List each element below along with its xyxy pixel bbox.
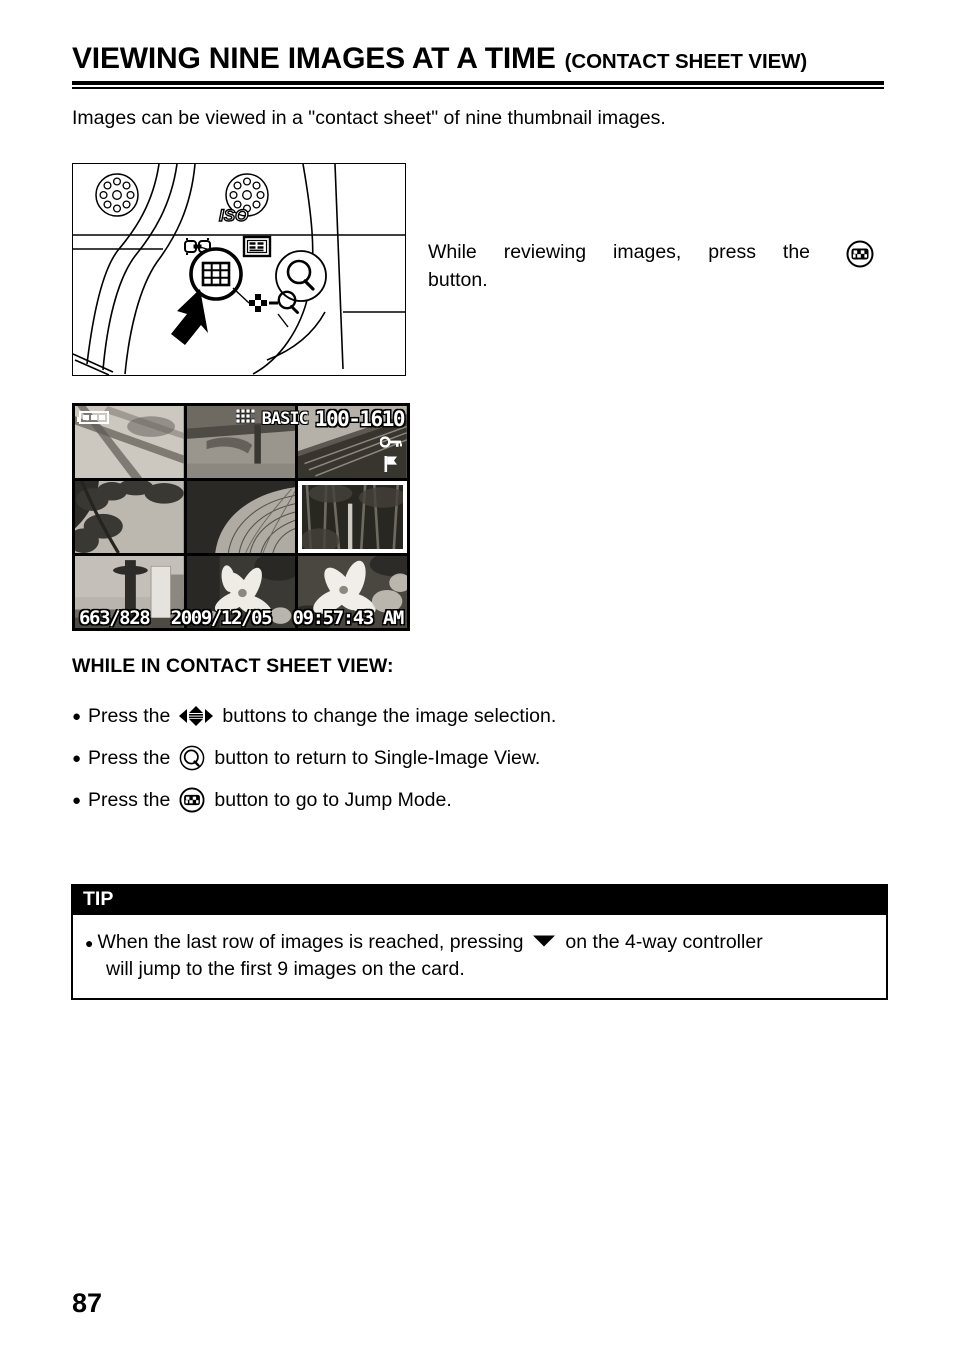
intro-paragraph: Images can be viewed in a "contact sheet… bbox=[72, 107, 666, 129]
bullet-marker: ● bbox=[85, 935, 94, 952]
title-rule-thick bbox=[72, 81, 884, 85]
page-title-main: VIEWING NINE IMAGES AT A TIME bbox=[72, 42, 556, 75]
tip-box: TIP ● When the last row of images is rea… bbox=[71, 884, 888, 1001]
display-info-icon bbox=[242, 235, 272, 258]
page-header: VIEWING NINE IMAGES AT A TIME (CONTACT S… bbox=[72, 44, 884, 89]
iso-label: ISO bbox=[219, 206, 248, 225]
side-caption: While reviewing images, press the button… bbox=[428, 240, 883, 294]
page-title: VIEWING NINE IMAGES AT A TIME (CONTACT S… bbox=[72, 44, 884, 74]
side-caption-word: images, bbox=[613, 241, 682, 263]
tip-body: ● When the last row of images is reached… bbox=[73, 915, 886, 998]
side-caption-line-1: While reviewing images, press the bbox=[428, 240, 883, 268]
tip-line-1: ● When the last row of images is reached… bbox=[85, 929, 872, 955]
title-rule-thin bbox=[72, 87, 884, 89]
thumbnail-cell[interactable] bbox=[75, 481, 184, 553]
magnifier-q-button-icon bbox=[179, 745, 205, 771]
camera-illustration-svg: ISO bbox=[73, 164, 405, 375]
title-divider bbox=[72, 81, 884, 89]
bullet-marker: ● bbox=[72, 791, 82, 809]
list-item-text-pre: Press the bbox=[88, 788, 171, 811]
instruction-list: ● Press the buttons to change the image … bbox=[72, 695, 862, 821]
thumbnail-grid bbox=[72, 403, 410, 631]
section-heading: WHILE IN CONTACT SHEET VIEW: bbox=[72, 655, 394, 677]
list-item: ● Press the button to return to Single-I… bbox=[72, 737, 862, 779]
thumbnail-cell-selected[interactable] bbox=[298, 481, 407, 553]
list-item-text-post: button to go to Jump Mode. bbox=[214, 788, 452, 811]
contact-sheet-button-icon bbox=[179, 787, 205, 813]
camera-top-illustration: ISO bbox=[72, 163, 406, 376]
side-caption-word: reviewing bbox=[503, 241, 587, 263]
side-caption-word: the bbox=[782, 241, 811, 263]
thumbnail-cell[interactable] bbox=[75, 406, 184, 478]
bullet-marker: ● bbox=[72, 707, 82, 725]
arrow-pointer-icon bbox=[171, 289, 208, 345]
tip-line-2: will jump to the first 9 images on the c… bbox=[106, 957, 465, 980]
contact-sheet-button-icon bbox=[846, 240, 874, 268]
tip-text-pre: When the last row of images is reached, … bbox=[97, 931, 524, 954]
list-item: ● Press the button to go to Jump Mode. bbox=[72, 779, 862, 821]
side-caption-word: press bbox=[708, 241, 756, 263]
list-item-text-post: buttons to change the image selection. bbox=[222, 704, 557, 727]
list-item: ● Press the buttons to change the image … bbox=[72, 695, 862, 737]
bullet-marker: ● bbox=[72, 749, 82, 767]
page-number: 87 bbox=[72, 1288, 103, 1318]
side-caption-line-2: button. bbox=[428, 269, 488, 291]
thumbnail-cell[interactable] bbox=[186, 481, 296, 553]
list-item-text-pre: Press the bbox=[88, 746, 171, 769]
tip-header: TIP bbox=[73, 886, 886, 916]
four-way-controller-icon bbox=[179, 704, 214, 728]
lcd-contact-sheet-screen: BASIC 100-1610 663/828 2009/12/05 09:57:… bbox=[72, 403, 410, 631]
tip-text-post: on the 4-way controller bbox=[565, 931, 763, 954]
thumbnail-cell[interactable] bbox=[75, 556, 184, 628]
thumbnail-cell[interactable] bbox=[186, 556, 296, 628]
down-arrow-icon bbox=[532, 934, 556, 948]
thumbnail-cell[interactable] bbox=[186, 406, 296, 478]
thumbnail-cell[interactable] bbox=[298, 406, 407, 478]
speaker-grille-left bbox=[95, 173, 139, 217]
side-caption-word: While bbox=[428, 241, 477, 263]
list-item-text-pre: Press the bbox=[88, 704, 171, 727]
list-item-text-post: button to return to Single-Image View. bbox=[214, 746, 541, 769]
thumbnail-cell[interactable] bbox=[298, 556, 407, 628]
page-title-subtitle: (CONTACT SHEET VIEW) bbox=[564, 50, 808, 73]
